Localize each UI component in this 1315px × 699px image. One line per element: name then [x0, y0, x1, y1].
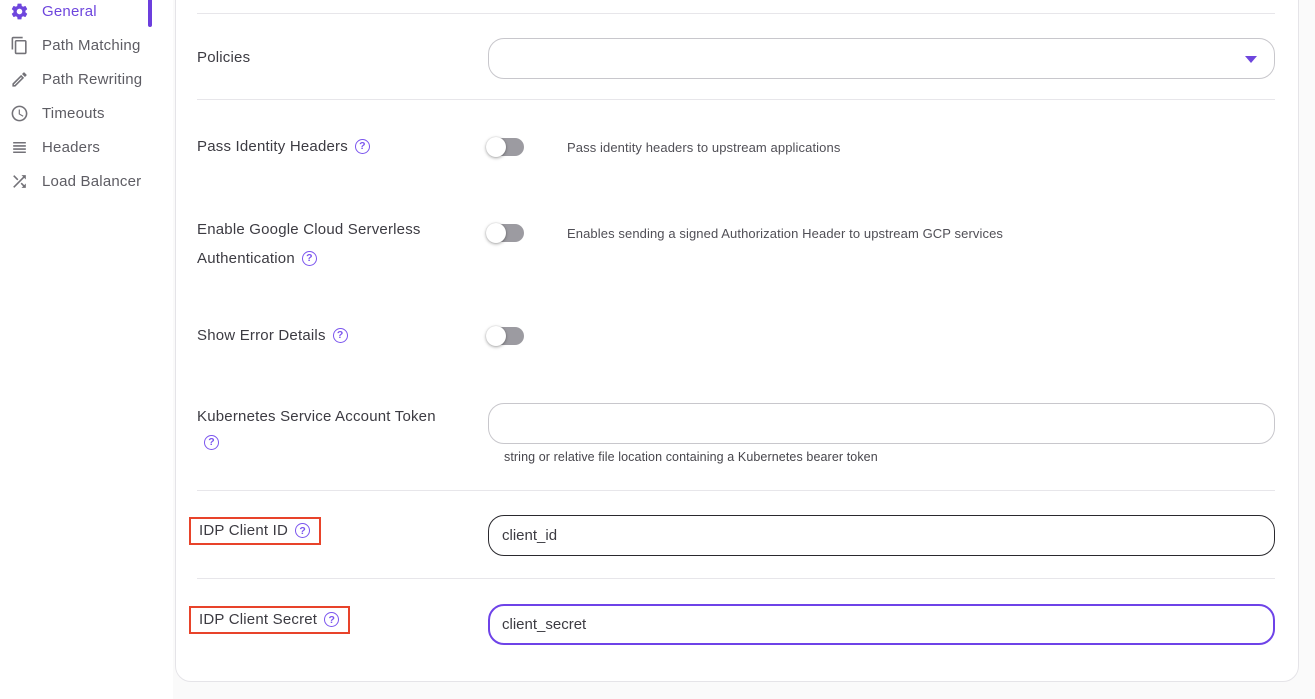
pass-identity-headers-description: Pass identity headers to upstream applic…	[567, 140, 840, 155]
settings-sidebar: General Path Matching Path Rewriting Tim…	[0, 0, 173, 699]
idp-client-id-label: IDP Client ID	[199, 522, 288, 539]
k8s-token-label-text: Kubernetes Service Account Token	[197, 408, 436, 425]
pencil-icon	[10, 70, 29, 89]
sidebar-item-path-matching[interactable]: Path Matching	[0, 28, 173, 62]
idp-client-id-input[interactable]	[488, 515, 1275, 556]
help-icon[interactable]	[295, 523, 310, 538]
help-icon[interactable]	[324, 612, 339, 627]
k8s-token-label: Kubernetes Service Account Token	[197, 404, 437, 456]
clock-icon	[10, 104, 29, 123]
section-divider	[197, 490, 1275, 491]
pass-identity-headers-label-text: Pass Identity Headers	[197, 138, 348, 155]
sidebar-item-label: General	[42, 3, 97, 20]
sidebar-nav: General Path Matching Path Rewriting Tim…	[0, 0, 173, 198]
gcp-serverless-auth-toggle[interactable]	[488, 223, 524, 243]
help-icon[interactable]	[355, 139, 370, 154]
section-divider	[197, 13, 1275, 14]
sidebar-item-timeouts[interactable]: Timeouts	[0, 96, 173, 130]
section-divider	[197, 99, 1275, 100]
sidebar-item-label: Headers	[42, 139, 100, 156]
sidebar-item-headers[interactable]: Headers	[0, 130, 173, 164]
sidebar-item-label: Path Matching	[42, 37, 141, 54]
sidebar-active-indicator	[148, 0, 152, 27]
sidebar-item-label: Timeouts	[42, 105, 105, 122]
pass-identity-headers-toggle[interactable]	[488, 137, 524, 157]
k8s-token-helper-text: string or relative file location contain…	[504, 450, 878, 464]
idp-client-secret-label: IDP Client Secret	[199, 611, 317, 628]
toggle-knob	[486, 326, 506, 346]
k8s-token-input[interactable]	[488, 403, 1275, 444]
copy-icon	[10, 36, 29, 55]
sidebar-item-label: Load Balancer	[42, 173, 141, 190]
show-error-details-toggle[interactable]	[488, 326, 524, 346]
idp-client-id-annotation-box: IDP Client ID	[189, 517, 321, 545]
policies-label-text: Policies	[197, 49, 250, 66]
show-error-details-label: Show Error Details	[197, 321, 465, 350]
gear-icon	[10, 2, 29, 21]
policies-select[interactable]	[488, 38, 1275, 79]
help-icon[interactable]	[302, 251, 317, 266]
sidebar-item-load-balancer[interactable]: Load Balancer	[0, 164, 173, 198]
help-icon[interactable]	[204, 435, 219, 450]
show-error-details-label-text: Show Error Details	[197, 327, 326, 344]
sidebar-item-path-rewriting[interactable]: Path Rewriting	[0, 62, 173, 96]
chevron-down-icon	[1245, 56, 1257, 63]
idp-client-secret-annotation-box: IDP Client Secret	[189, 606, 350, 634]
section-divider	[197, 578, 1275, 579]
route-settings-page: General Path Matching Path Rewriting Tim…	[0, 0, 1315, 699]
pass-identity-headers-label: Pass Identity Headers	[197, 132, 465, 161]
sidebar-item-label: Path Rewriting	[42, 71, 142, 88]
shuffle-icon	[10, 172, 29, 191]
headline-icon	[10, 138, 29, 157]
toggle-knob	[486, 223, 506, 243]
idp-client-secret-input[interactable]	[488, 604, 1275, 645]
gcp-serverless-auth-description: Enables sending a signed Authorization H…	[567, 226, 1003, 241]
gcp-serverless-auth-label: Enable Google Cloud Serverless Authentic…	[197, 215, 465, 273]
policies-label: Policies	[197, 43, 465, 72]
help-icon[interactable]	[333, 328, 348, 343]
toggle-knob	[486, 137, 506, 157]
